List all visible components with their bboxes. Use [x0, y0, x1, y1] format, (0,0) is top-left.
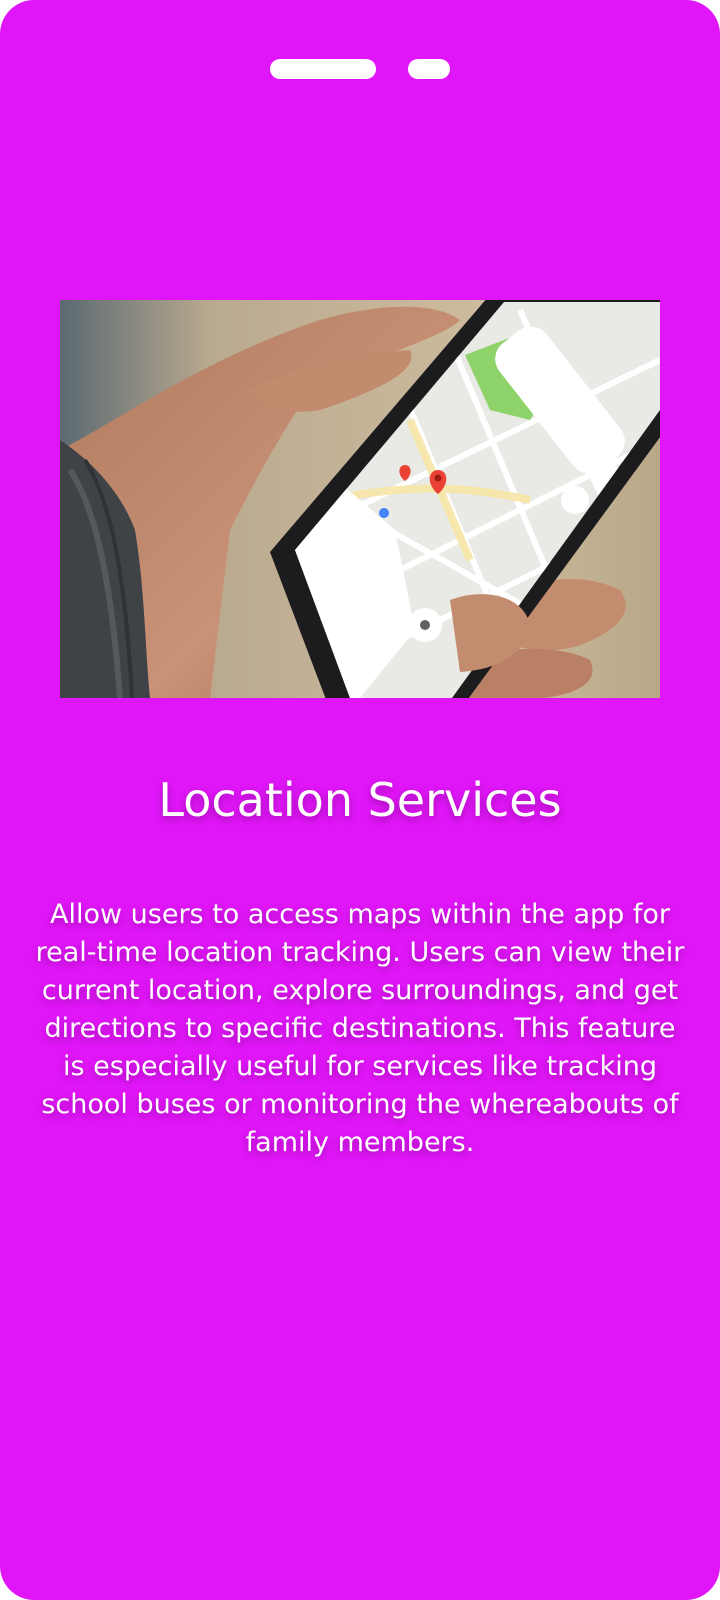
- hero-image: [60, 300, 660, 698]
- onboarding-screen: Location Services Allow users to access …: [0, 0, 720, 1600]
- page-indicator-dot-active[interactable]: [270, 59, 376, 79]
- page-indicator: [270, 59, 450, 79]
- feature-description: Allow users to access maps within the ap…: [35, 899, 685, 1158]
- page-title: Location Services: [158, 773, 562, 827]
- page-indicator-dot-inactive[interactable]: [408, 59, 450, 79]
